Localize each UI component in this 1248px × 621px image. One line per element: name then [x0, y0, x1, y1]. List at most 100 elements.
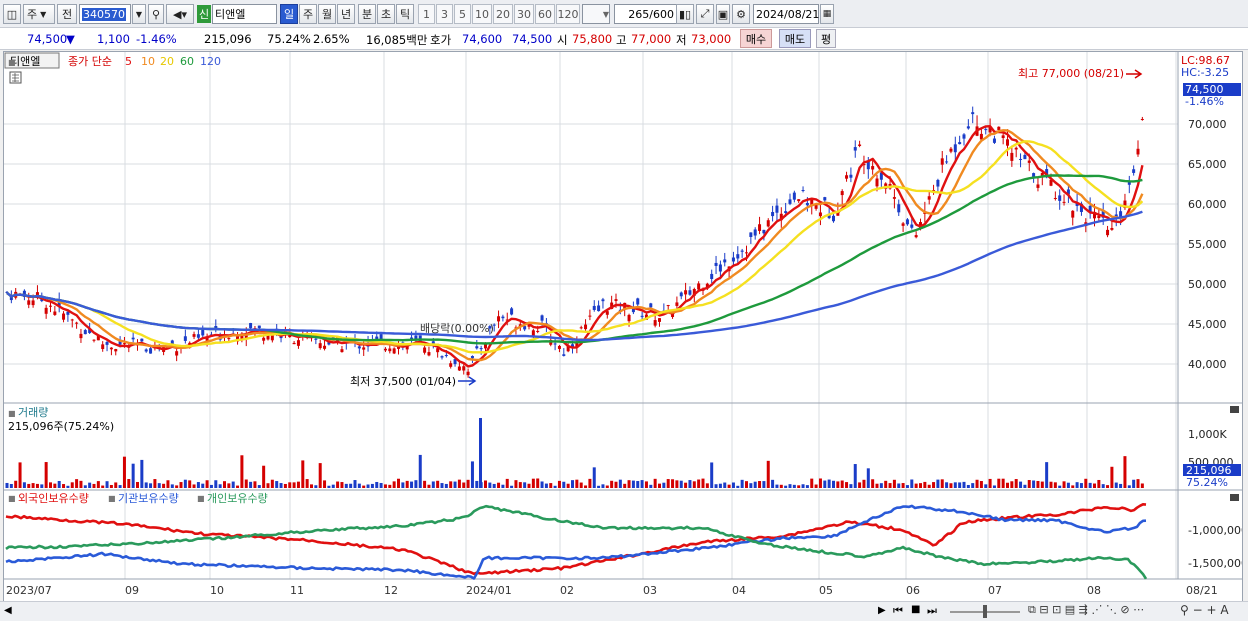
chart-area[interactable]: 티앤엘 ■ 종가 단순 5 10 20 60 120 최고 77,000 (08… [3, 51, 1248, 606]
gear-icon[interactable]: ⚙ [732, 4, 750, 24]
candle-body [1010, 152, 1014, 161]
current-pct-label: -1.46% [1185, 95, 1224, 108]
hc-label: HC:-3.25 [1181, 66, 1229, 79]
type-selector[interactable]: 주 ▼ [23, 4, 55, 24]
candle-icon[interactable]: ▮▯ [676, 4, 694, 24]
code-input[interactable]: 340570 [79, 4, 131, 24]
num-button-120[interactable]: 120 [556, 4, 580, 24]
volume-bar [253, 481, 257, 488]
volume-bar [923, 481, 927, 488]
prev-button[interactable]: 전 [57, 4, 77, 24]
count-field[interactable]: 265/600 [614, 4, 678, 24]
tab-second[interactable]: 초 [377, 4, 395, 24]
volume-bar [9, 483, 13, 488]
volume-bar [1066, 482, 1070, 488]
zoom-icons[interactable]: ⚲ − + A [1180, 603, 1229, 617]
num-button-60[interactable]: 60 [535, 4, 555, 24]
tab-minute[interactable]: 분 [358, 4, 376, 24]
volume-bar [57, 480, 61, 488]
forward-icon[interactable]: ⏭ [927, 604, 937, 618]
volume-bar [405, 480, 409, 488]
volume-bar [470, 461, 474, 488]
stop-icon[interactable]: ■ [911, 604, 920, 615]
chevron-down-icon[interactable]: ▼ [132, 4, 146, 24]
close-icon[interactable] [1230, 494, 1239, 501]
volume-bar [540, 481, 544, 488]
scroll-right-icon[interactable]: ▶ [878, 605, 886, 616]
volume-bar [1127, 485, 1131, 488]
drawing-tools-icon[interactable]: ⧉ ⊟ ⊡ ▤ ⇶ ⋰ ⋱ ⊘ ⋯ [1028, 603, 1144, 617]
candle-body [257, 325, 261, 329]
volume-bar [66, 485, 70, 488]
calendar-icon[interactable]: ▦ [820, 4, 834, 24]
num-button-1[interactable]: 1 [418, 4, 435, 24]
volume-bar [710, 462, 714, 488]
volume-bar [118, 485, 122, 488]
candle-body [466, 371, 470, 376]
candle-body [114, 349, 118, 352]
volume-bar [288, 482, 292, 488]
num-button-3[interactable]: 3 [436, 4, 453, 24]
tab-year[interactable]: 년 [337, 4, 355, 24]
candle-body [949, 148, 953, 152]
save-icon[interactable]: ▣ [716, 4, 730, 24]
num-button-20[interactable]: 20 [493, 4, 513, 24]
date-field[interactable]: 2024/08/21 [753, 4, 819, 24]
open-label: 시 [557, 33, 568, 47]
legend-individual: 개인보유수량 [207, 492, 268, 505]
volume-bar [814, 484, 818, 488]
candle-body [966, 126, 970, 129]
tab-day[interactable]: 일 [280, 4, 298, 24]
volume-bar [784, 485, 788, 488]
candle-body [601, 299, 605, 302]
sell-button[interactable]: 매도 [779, 29, 811, 48]
close-icon[interactable] [1230, 406, 1239, 413]
zoom-slider-handle[interactable] [983, 605, 987, 618]
legend-ma20: 20 [160, 55, 174, 68]
candle-body [497, 316, 501, 322]
layout-icon[interactable]: ◫ [3, 4, 21, 24]
candle-body [70, 319, 74, 321]
rewind-icon[interactable]: ⏮ [893, 604, 903, 618]
candle-body [140, 338, 144, 342]
volume-bar [270, 479, 274, 488]
custom-period-select[interactable]: ▼ [582, 4, 610, 24]
volume-bar [1088, 482, 1092, 488]
volume-bar [1110, 466, 1114, 488]
candle-body [383, 348, 387, 351]
volume-bar [214, 480, 218, 488]
candle-body [1062, 201, 1066, 203]
volume-title: 거래량 [18, 406, 48, 419]
volume-bar [653, 478, 657, 488]
tab-week[interactable]: 주 [299, 4, 317, 24]
open-price: 75,800 [572, 32, 613, 46]
volume-bar [979, 481, 983, 488]
tab-tick[interactable]: 틱 [396, 4, 414, 24]
candle-body [675, 302, 679, 306]
volume-bar [649, 484, 653, 488]
volume-bar [336, 481, 340, 488]
num-button-5[interactable]: 5 [454, 4, 471, 24]
tab-month[interactable]: 월 [318, 4, 336, 24]
num-button-30[interactable]: 30 [514, 4, 534, 24]
scroll-left-icon[interactable]: ◀ [4, 605, 12, 616]
speaker-icon[interactable]: ◀▾ [166, 4, 194, 24]
candle-body [679, 292, 683, 297]
x-axis-label: 11 [290, 584, 304, 597]
num-button-10[interactable]: 10 [472, 4, 492, 24]
candle-body [697, 283, 701, 290]
volume-bar [196, 482, 200, 488]
down-arrow-icon: ▼ [66, 32, 75, 46]
crosshair-icon[interactable]: ⤢ [696, 4, 714, 24]
volume-bar [240, 455, 244, 488]
volume-bar [444, 483, 448, 488]
stock-name-field[interactable]: 티앤엘 [212, 4, 277, 24]
volume-bar [423, 480, 427, 488]
volume-bar [949, 483, 953, 488]
search-icon[interactable]: ⚲ [148, 4, 164, 24]
buy-button[interactable]: 매수 [740, 29, 772, 48]
eval-button[interactable]: 평 [816, 29, 836, 48]
volume-bar [170, 484, 174, 488]
scroll-bar[interactable]: ◀ ▶ ⏮ ■ ⏭ ⧉ ⊟ ⊡ ▤ ⇶ ⋰ ⋱ ⊘ ⋯ ⚲ − + A [0, 601, 1248, 621]
volume-bar [501, 484, 505, 488]
